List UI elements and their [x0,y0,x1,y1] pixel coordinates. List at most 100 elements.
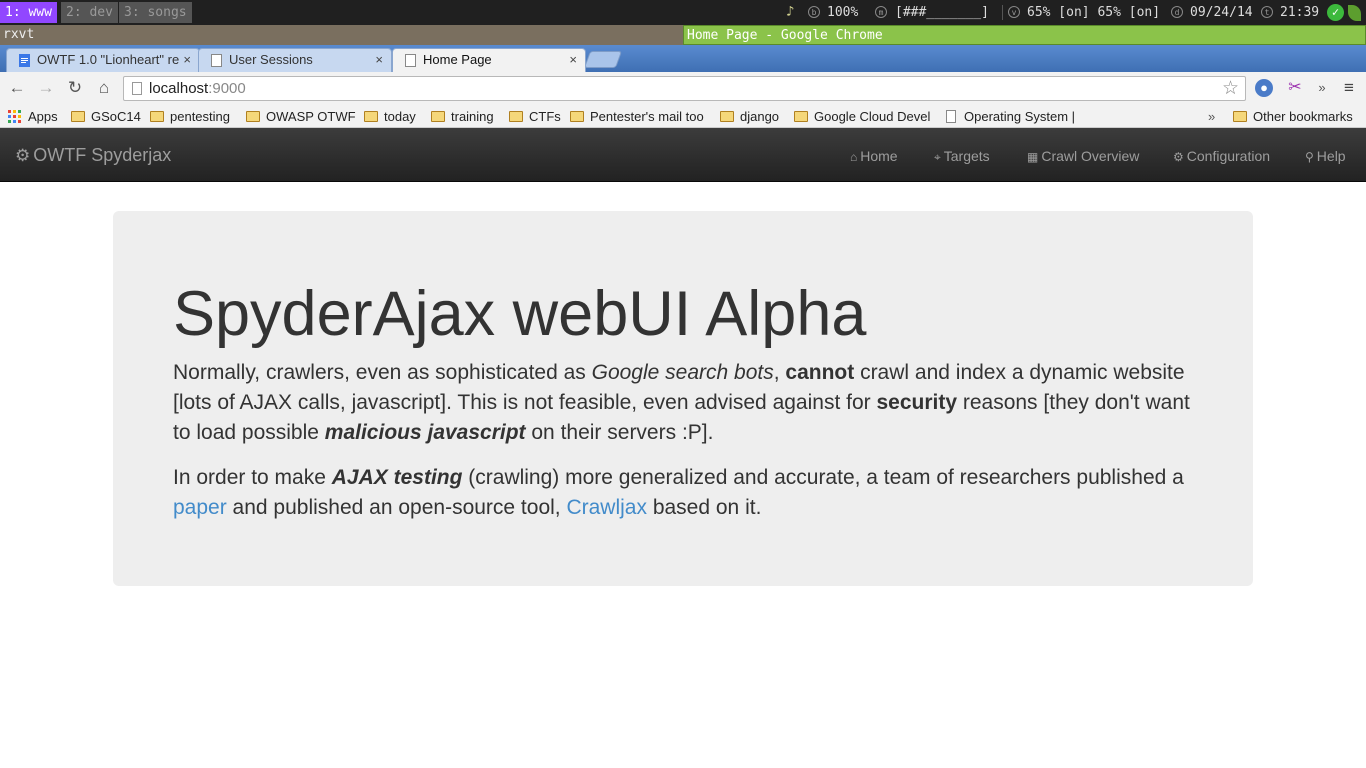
memory-status: [###_______] [895,5,989,20]
bookmark-folder-training[interactable]: training [431,108,494,126]
crosshair-icon: ⌖ [934,150,941,164]
tab-label: OWTF 1.0 "Lionheart" re [37,52,180,67]
nav-help[interactable]: ⚲ Help [1305,128,1346,182]
menu-icon[interactable]: ≡ [1340,79,1358,97]
bold-text: security [876,391,958,414]
status-separator [1002,5,1003,20]
bookmark-folder-google-cloud[interactable]: Google Cloud Devel [794,108,934,126]
jumbotron: SpyderAjax webUI Alpha Normally, crawler… [113,211,1253,586]
crawljax-link[interactable]: Crawljax [566,496,647,519]
nav-label: Home [860,148,898,164]
overflow-extensions-icon[interactable]: » [1313,79,1331,97]
nav-crawl-overview[interactable]: ▦ Crawl Overview [1027,128,1139,182]
folder-icon [150,111,164,122]
brand-label: OWTF Spyderjax [33,145,172,165]
browser-toolbar: ← → ↻ ⌂ localhost:9000 ☆ ● ✂ » ≡ [0,72,1366,105]
folder-icon [246,111,260,122]
bookmark-folder-django[interactable]: django [720,108,779,126]
bookmark-folder-pentesting[interactable]: pentesting [150,108,230,126]
page-title: SpyderAjax webUI Alpha [173,279,867,349]
scissors-extension-icon[interactable]: ✂ [1286,79,1304,97]
emphasis-text: Google search bots [591,361,774,384]
page-icon [132,82,142,95]
grid-icon: ▦ [1027,150,1039,164]
bold-text: cannot [785,361,855,384]
time-icon: t [1261,6,1273,18]
nav-targets[interactable]: ⌖ Targets [934,128,990,182]
bookmark-folder-gsoc14[interactable]: GSoC14 [71,108,141,126]
bookmark-folder-pentester-mail[interactable]: Pentester's mail too [570,108,710,126]
time-status: 21:39 [1280,5,1320,20]
bookmark-folder-other[interactable]: Other bookmarks [1233,108,1353,126]
home-icon[interactable]: ⌂ [94,78,114,98]
paper-link[interactable]: paper [173,496,227,519]
brand[interactable]: ⚙ OWTF Spyderjax [15,128,171,182]
bookmark-apps[interactable]: Apps [8,108,58,126]
date-icon: d [1171,6,1183,18]
bookmark-label: GSoC14 [91,109,141,124]
cogs-icon: ⚙ [1173,150,1184,164]
workspace-1[interactable]: 1: www [0,2,57,23]
close-tab-icon[interactable]: × [375,49,383,71]
bookmarks-bar: Apps GSoC14 pentesting OWASP OTWF today … [0,105,1366,128]
workspace-3[interactable]: 3: songs [119,2,192,23]
leaf-icon [1348,5,1361,21]
battery-icon: b [808,6,820,18]
tab-strip: OWTF 1.0 "Lionheart" re × User Sessions … [0,45,1366,72]
text: and published an open-source tool, [226,496,567,519]
close-tab-icon[interactable]: × [569,49,577,71]
close-tab-icon[interactable]: × [183,49,191,71]
bold-italic-text: malicious javascript [324,421,526,444]
forward-arrow-icon[interactable]: → [36,78,56,98]
docs-icon [19,54,30,67]
bold-italic-text: AJAX testing [331,466,463,489]
bookmark-label: Apps [28,109,58,124]
tab-label: Home Page [423,52,492,67]
new-tab-button[interactable] [583,51,623,68]
volume-status: 100% [827,5,859,20]
site-navbar: ⚙ OWTF Spyderjax ⌂ Home ⌖ Targets ▦ Crawl Ov… [0,128,1366,182]
address-bar[interactable]: localhost:9000 ☆ [123,76,1246,101]
reload-icon[interactable]: ↻ [65,78,85,98]
bookmark-star-icon[interactable]: ☆ [1222,77,1239,100]
text: In order to make [173,466,332,489]
rxvt-window-title[interactable]: rxvt [0,25,683,45]
bookmarks-overflow-button[interactable]: » [1208,108,1215,126]
folder-icon [509,111,523,122]
url-port: :9000 [208,80,246,97]
bookmark-label: Google Cloud Devel [814,109,931,124]
link-icon: ⚲ [1305,150,1314,164]
bookmark-label: training [451,109,494,124]
folder-icon [1233,111,1247,122]
date-status: 09/24/14 [1190,5,1253,20]
detail-paragraph: In order to make AJAX testing (crawling)… [173,463,1203,523]
nav-home[interactable]: ⌂ Home [850,128,898,182]
bookmark-label: django [740,109,780,124]
bookmark-label: Operating System | [964,109,1076,124]
home-icon: ⌂ [850,150,858,164]
tab-label: User Sessions [229,52,313,67]
tab-home-page[interactable]: Home Page × [392,48,586,72]
bookmark-folder-owasp-otwf[interactable]: OWASP OTWF [246,108,356,126]
bookmark-folder-ctfs[interactable]: CTFs [509,108,561,126]
folder-icon [720,111,734,122]
nav-configuration[interactable]: ⚙ Configuration [1173,128,1270,182]
memory-icon: m [875,6,887,18]
bookmark-label: pentesting [170,109,230,124]
bookmark-folder-today[interactable]: today [364,108,416,126]
text: based on it. [646,496,762,519]
bookmark-label: CTFs [529,109,561,124]
nav-label: Crawl Overview [1041,148,1140,164]
bookmark-operating-system[interactable]: Operating System | [946,108,1082,126]
folder-icon [431,111,445,122]
back-arrow-icon[interactable]: ← [7,78,27,98]
folder-icon [364,111,378,122]
tab-owtf[interactable]: OWTF 1.0 "Lionheart" re × [6,48,200,72]
tab-user-sessions[interactable]: User Sessions × [198,48,392,72]
globe-extension-icon[interactable]: ● [1255,79,1273,97]
folder-icon [71,111,85,122]
chrome-window-title[interactable]: Home Page - Google Chrome [683,25,1366,45]
workspace-2[interactable]: 2: dev [61,2,118,23]
vpn-status: 65% [on] 65% [on] [1027,5,1161,20]
bookmark-label: Other bookmarks [1253,109,1353,124]
